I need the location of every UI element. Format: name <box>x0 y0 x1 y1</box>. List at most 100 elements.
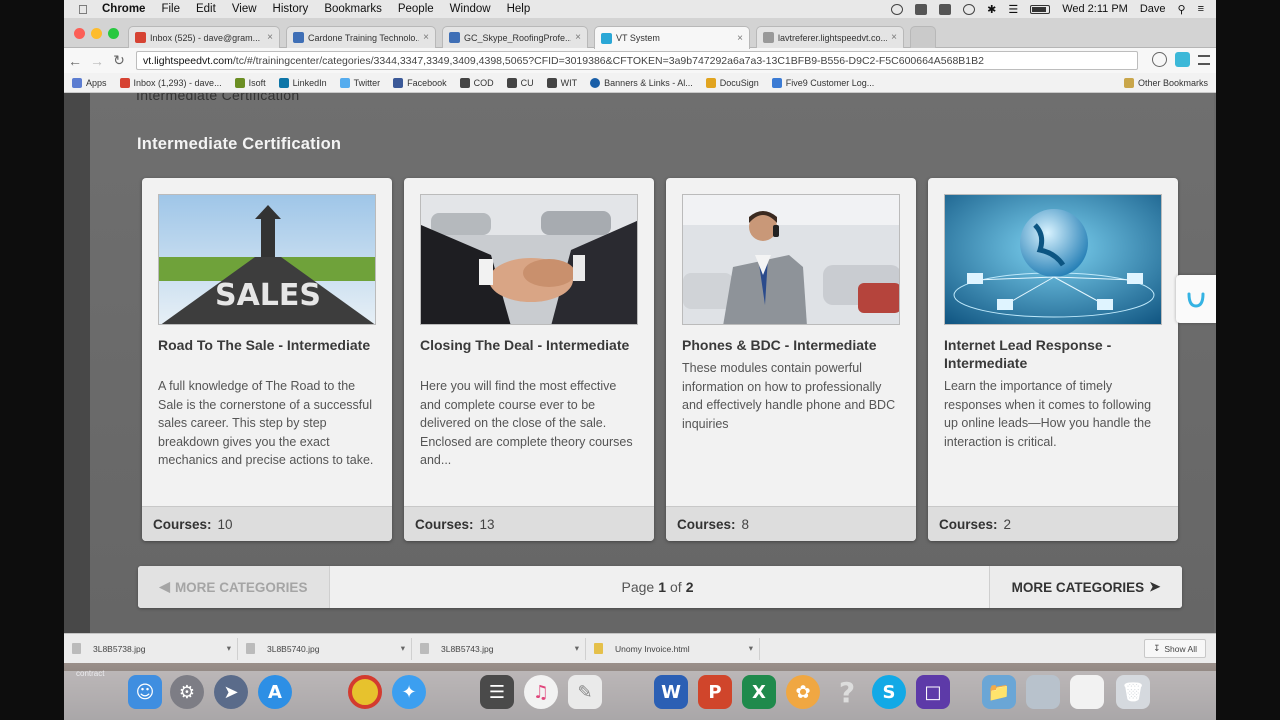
word-icon[interactable]: W <box>654 675 688 709</box>
tab-gmail[interactable]: Inbox (525) - dave@gram... × <box>128 26 280 48</box>
menu-people[interactable]: People <box>398 3 434 15</box>
tab-vt-system[interactable]: VT System × <box>594 26 750 49</box>
minimize-window-icon[interactable] <box>91 28 102 39</box>
close-tab-icon[interactable]: × <box>423 32 429 43</box>
bookmark-facebook[interactable]: Facebook <box>393 77 447 88</box>
bookmark-inbox[interactable]: Inbox (1,293) - dave... <box>119 77 222 88</box>
download-item[interactable]: Unomy Invoice.html ▾ <box>594 637 760 660</box>
app-store-icon[interactable]: A <box>258 675 292 709</box>
preview-icon[interactable]: ✎ <box>568 675 602 709</box>
documents-folder-icon[interactable]: 📁 <box>982 675 1016 709</box>
help-question-icon[interactable]: ? <box>830 675 864 709</box>
timer-icon[interactable] <box>891 3 904 15</box>
new-tab-button[interactable] <box>910 26 936 48</box>
close-window-icon[interactable] <box>74 28 85 39</box>
download-item[interactable]: 3L8B5740.jpg ▾ <box>246 637 412 660</box>
bookmark-twitter[interactable]: Twitter <box>339 77 380 88</box>
tab-skype-doc[interactable]: GC_Skype_RoofingProfe... × <box>442 26 588 48</box>
close-tab-icon[interactable]: × <box>737 33 743 44</box>
bookmark-cod[interactable]: COD <box>459 77 494 88</box>
excel-icon[interactable]: X <box>742 675 776 709</box>
extension-icon[interactable] <box>1175 52 1190 67</box>
download-item[interactable]: 3L8B5738.jpg ▾ <box>72 637 238 660</box>
menu-edit[interactable]: Edit <box>196 3 216 15</box>
spotlight-icon[interactable]: ⚲ <box>1178 3 1186 16</box>
category-card[interactable]: SALES Road To The Sale - Intermediate A … <box>142 178 392 541</box>
safari-icon[interactable]: ✦ <box>392 675 426 709</box>
menubar-clock[interactable]: Wed 2:11 PM <box>1062 3 1128 15</box>
forward-icon[interactable]: → <box>86 53 108 69</box>
card-title[interactable]: Phones & BDC - Intermediate <box>682 336 902 354</box>
bookmark-isoft[interactable]: Isoft <box>234 77 266 88</box>
chevron-down-icon[interactable]: ▾ <box>575 643 579 654</box>
finder-icon[interactable]: ☺ <box>128 675 162 709</box>
skype-status-icon[interactable] <box>939 3 952 15</box>
notes-app-icon[interactable]: ☰ <box>480 675 514 709</box>
close-tab-icon[interactable]: × <box>267 32 273 43</box>
photos-icon[interactable]: ✿ <box>786 675 820 709</box>
close-tab-icon[interactable]: × <box>575 32 581 43</box>
bookmark-cu[interactable]: CU <box>506 77 534 88</box>
menu-window[interactable]: Window <box>450 3 491 15</box>
bookmark-other[interactable]: Other Bookmarks <box>1123 77 1208 88</box>
system-preferences-icon[interactable]: ⚙ <box>170 675 204 709</box>
bookmark-apps[interactable]: Apps <box>72 77 107 88</box>
tab-cardone[interactable]: Cardone Training Technolo... × <box>286 26 436 48</box>
chrome-menu-icon[interactable] <box>1198 54 1210 65</box>
chevron-down-icon[interactable]: ▾ <box>227 643 231 654</box>
bookmark-linkedin[interactable]: LinkedIn <box>278 77 327 88</box>
bookmark-banners[interactable]: Banners & Links - Al... <box>590 77 693 88</box>
vt-favicon-icon <box>601 32 612 44</box>
category-card[interactable]: Closing The Deal - Intermediate Here you… <box>404 178 654 541</box>
chevron-down-icon[interactable]: ▾ <box>749 643 753 654</box>
notification-center-icon[interactable]: ≡ <box>1198 3 1204 15</box>
menubar-user[interactable]: Dave <box>1140 3 1166 15</box>
launchpad-icon[interactable]: ➤ <box>214 675 248 709</box>
show-all-downloads-button[interactable]: ↧ Show All <box>1144 639 1206 658</box>
menu-history[interactable]: History <box>273 3 309 15</box>
download-item[interactable]: 3L8B5743.jpg ▾ <box>420 637 586 660</box>
address-bar[interactable]: vt.lightspeedvt.com/tc/#/trainingcenter/… <box>136 51 1138 70</box>
menu-help[interactable]: Help <box>507 3 531 15</box>
next-categories-button[interactable]: MORE CATEGORIES ➤ <box>989 566 1182 608</box>
wifi-icon[interactable]: ☰ <box>1008 3 1018 16</box>
chevron-down-icon[interactable]: ▾ <box>401 643 405 654</box>
document-stack-icon[interactable] <box>1070 675 1104 709</box>
extension-icon[interactable] <box>1152 52 1167 67</box>
card-description: Learn the importance of timely responses… <box>944 379 1152 449</box>
battery-icon[interactable] <box>1030 4 1051 14</box>
zoom-window-icon[interactable] <box>108 28 119 39</box>
category-card[interactable]: Phones & BDC - Intermediate These module… <box>666 178 916 541</box>
handshake-image-svg <box>421 195 637 324</box>
globe-network-image <box>944 194 1162 325</box>
prev-categories-button[interactable]: ◀ MORE CATEGORIES <box>138 566 330 608</box>
chrome-icon[interactable] <box>348 675 382 709</box>
tab-lavtreferer[interactable]: lavtreferer.lightspeedvt.co... × <box>756 26 904 48</box>
category-card[interactable]: Internet Lead Response - Intermediate Le… <box>928 178 1178 541</box>
menu-app[interactable]: Chrome <box>102 3 145 15</box>
sync-icon[interactable] <box>963 3 976 15</box>
side-help-widget[interactable] <box>1176 275 1216 323</box>
card-title[interactable]: Road To The Sale - Intermediate <box>158 336 378 354</box>
file-icon <box>72 643 81 654</box>
powerpoint-icon[interactable]: P <box>698 675 732 709</box>
bookmark-wit[interactable]: WIT <box>546 77 577 88</box>
menu-file[interactable]: File <box>161 3 180 15</box>
skype-icon[interactable]: S <box>872 675 906 709</box>
status-app-icon[interactable] <box>915 3 928 15</box>
bluetooth-icon[interactable]: ✱ <box>987 3 996 16</box>
menu-bookmarks[interactable]: Bookmarks <box>324 3 382 15</box>
reload-icon[interactable]: ↻ <box>108 52 130 69</box>
trash-icon[interactable]: 🗑 <box>1116 675 1150 709</box>
menu-view[interactable]: View <box>232 3 257 15</box>
card-title[interactable]: Closing The Deal - Intermediate <box>420 336 640 354</box>
card-title[interactable]: Internet Lead Response - Intermediate <box>944 336 1164 372</box>
apple-icon[interactable]:  <box>78 2 92 17</box>
itunes-icon[interactable]: ♫ <box>524 675 558 709</box>
close-tab-icon[interactable]: × <box>891 32 897 43</box>
back-icon[interactable]: ← <box>64 53 86 69</box>
downloads-stack-icon[interactable] <box>1026 675 1060 709</box>
bookmark-docusign[interactable]: DocuSign <box>705 77 759 88</box>
screen-recorder-icon[interactable]: □ <box>916 675 950 709</box>
bookmark-five9[interactable]: Five9 Customer Log... <box>771 77 874 88</box>
